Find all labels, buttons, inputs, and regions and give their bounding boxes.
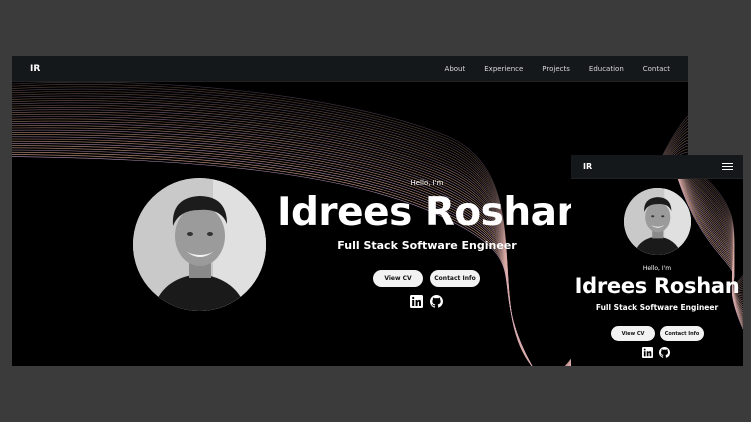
contact-info-button[interactable]: Contact Info [430, 270, 480, 287]
mobile-social-links [642, 347, 670, 358]
hero-role: Full Stack Software Engineer [337, 239, 517, 252]
nav-experience[interactable]: Experience [484, 65, 523, 73]
mobile-avatar [624, 188, 691, 255]
mobile-hero-name: Idrees Roshan [574, 274, 740, 298]
navbar: IR About Experience Projects Education C… [12, 56, 688, 82]
nav-menu: About Experience Projects Education Cont… [426, 65, 670, 73]
avatar [133, 178, 266, 311]
greeting: Hello, I'm [410, 179, 444, 187]
mobile-navbar: IR [571, 155, 743, 179]
nav-education[interactable]: Education [589, 65, 624, 73]
hamburger-icon[interactable] [722, 161, 733, 173]
mobile-contact-info-button[interactable]: Contact Info [660, 326, 704, 341]
linkedin-icon[interactable] [642, 347, 653, 358]
logo[interactable]: IR [30, 64, 40, 74]
nav-contact[interactable]: Contact [643, 65, 670, 73]
nav-projects[interactable]: Projects [542, 65, 570, 73]
mobile-greeting: Hello, I'm [642, 265, 672, 272]
hero-name: Idrees Roshan [277, 190, 584, 235]
github-icon[interactable] [430, 295, 443, 308]
nav-about[interactable]: About [445, 65, 466, 73]
view-cv-button[interactable]: View CV [373, 270, 423, 287]
mobile-logo[interactable]: IR [583, 162, 592, 171]
mobile-preview: IR Hello, I'm Idrees Roshan Full Stack S… [571, 155, 743, 366]
mobile-hero-role: Full Stack Software Engineer [595, 303, 719, 312]
social-links [410, 295, 443, 308]
linkedin-icon[interactable] [410, 295, 423, 308]
mobile-view-cv-button[interactable]: View CV [611, 326, 655, 341]
wave-background-mobile [670, 155, 743, 330]
github-icon[interactable] [659, 347, 670, 358]
